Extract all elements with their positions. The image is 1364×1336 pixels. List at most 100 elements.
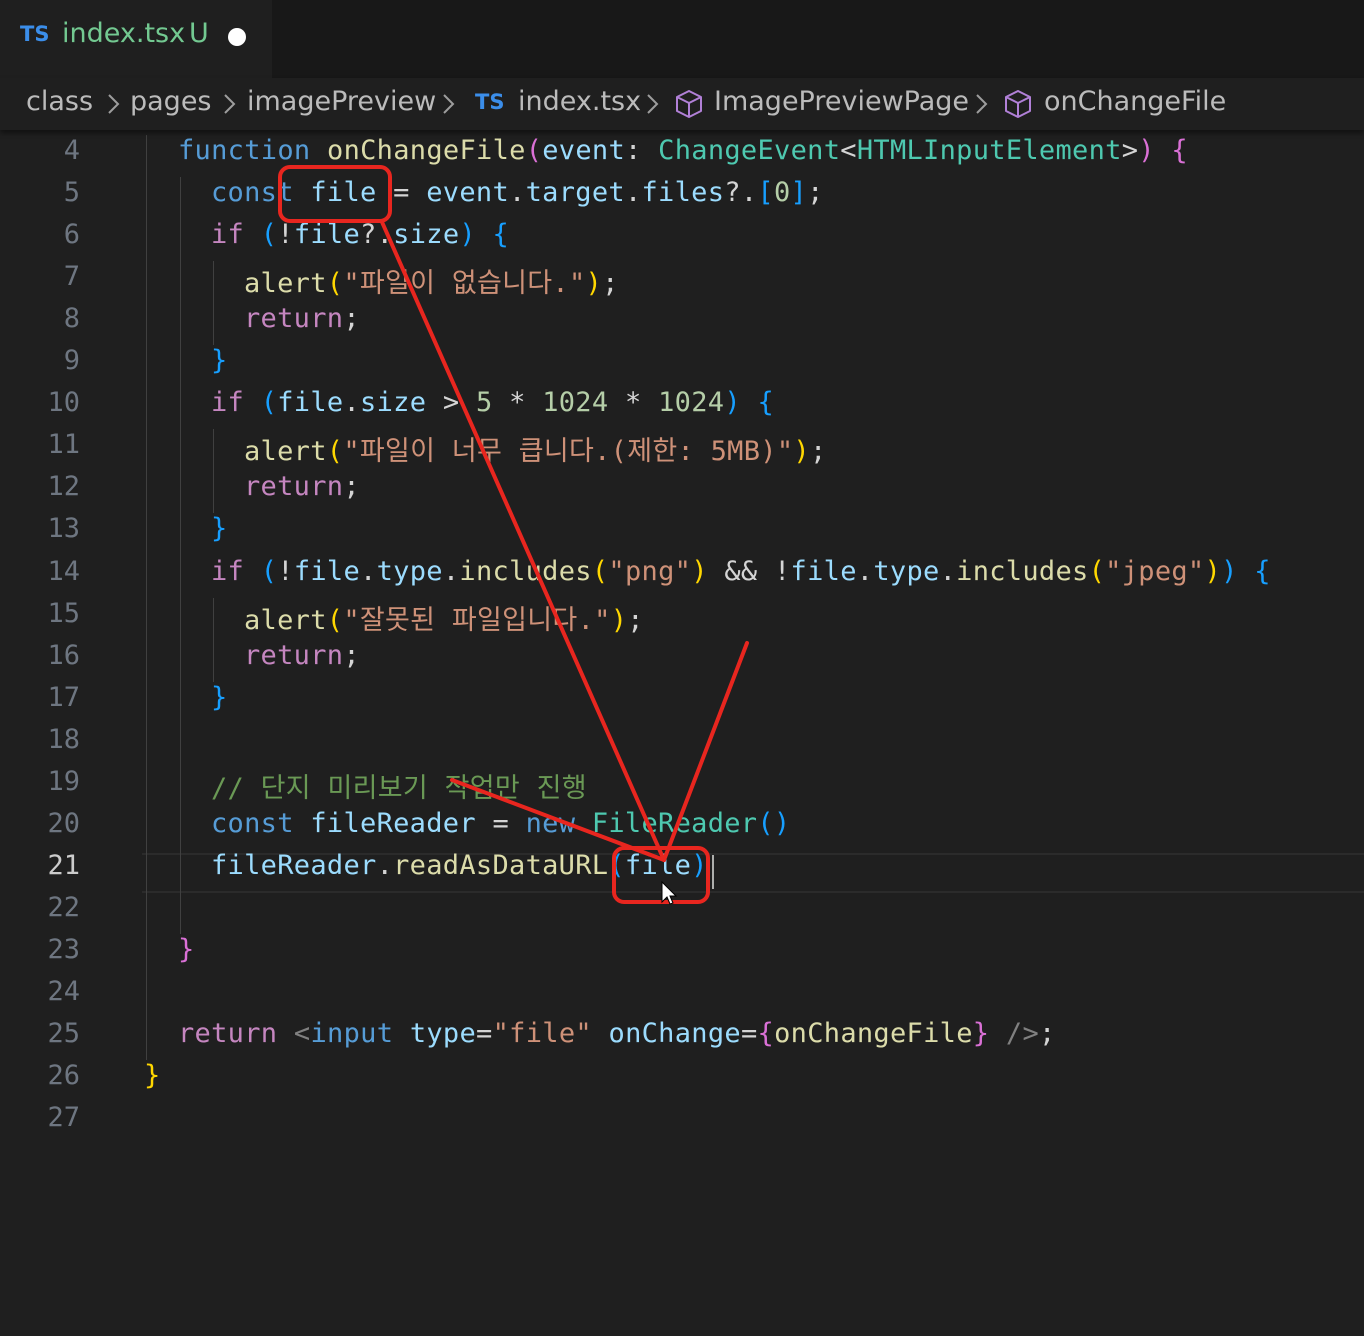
chevron-right-icon xyxy=(224,94,236,114)
line-number: 8 xyxy=(63,303,80,335)
code-token: onChange xyxy=(608,1018,741,1050)
cube-icon xyxy=(1005,90,1031,118)
code-token: "file" xyxy=(492,1018,592,1050)
breadcrumb-item-class[interactable]: class xyxy=(26,86,93,117)
code-token: type xyxy=(873,555,940,587)
code-line[interactable]: const fileReader = new FileReader() xyxy=(211,808,791,839)
code-token: > xyxy=(1121,135,1139,166)
code-token: /> xyxy=(1005,1018,1040,1050)
breadcrumb-item-imagepreviewpage[interactable]: ImagePreviewPage xyxy=(714,86,969,117)
line-number: 9 xyxy=(63,345,80,377)
code-line[interactable]: } xyxy=(144,1060,161,1091)
line-number: 20 xyxy=(47,807,80,839)
code-token: file xyxy=(624,849,692,881)
code-line[interactable]: if (!file?.size) { xyxy=(211,219,509,250)
code-line[interactable]: } xyxy=(211,682,228,713)
code-token: ) xyxy=(724,387,741,419)
code-token: includes xyxy=(459,555,592,587)
typescript-icon: TS xyxy=(475,90,505,114)
code-token: target xyxy=(525,177,625,209)
code-line[interactable]: return; xyxy=(244,640,360,671)
line-number: 6 xyxy=(63,219,80,251)
code-token: ] xyxy=(790,177,808,209)
code-token: ; xyxy=(807,177,824,209)
code-token: "파일이 너무 큽니다.(제한: 5MB)" xyxy=(343,436,794,468)
code-token: { xyxy=(1171,135,1188,166)
code-token: "png" xyxy=(608,555,692,587)
code-line[interactable]: // 단지 미리보기 작업만 진행 xyxy=(211,766,587,805)
code-token: . xyxy=(856,555,874,587)
code-token: event xyxy=(426,177,510,209)
code-token: onChangeFile xyxy=(774,1018,973,1050)
code-line[interactable]: return; xyxy=(244,303,360,334)
code-token: > xyxy=(426,387,476,419)
code-token: ( xyxy=(260,387,278,419)
code-token: ) xyxy=(793,436,810,468)
code-token: HTMLInputElement xyxy=(856,135,1122,166)
code-token: size xyxy=(393,219,460,251)
line-number: 21 xyxy=(47,849,80,881)
line-number: 22 xyxy=(47,891,80,923)
code-token: if xyxy=(211,219,245,251)
line-number: 5 xyxy=(63,177,80,209)
code-token: ) xyxy=(459,219,476,251)
code-token: ; xyxy=(809,436,827,468)
code-token: "파일이 없습니다." xyxy=(343,268,586,300)
code-editor[interactable]: 4 5 6 7 8 9 10 11 12 13 14 15 16 17 18 19 20 21 22 23 24 25 26… xyxy=(0,130,1364,1336)
code-line[interactable]: } xyxy=(178,934,195,965)
code-line[interactable]: } xyxy=(211,345,228,376)
code-line[interactable]: if (file.size > 5 * 1024 * 1024) { xyxy=(211,387,774,418)
code-token: // 단지 미리보기 작업만 진행 xyxy=(211,772,587,804)
code-line[interactable]: const file = event.target.files?.[0]; xyxy=(211,177,824,208)
git-untracked-badge: U xyxy=(189,18,209,49)
code-token: . xyxy=(509,177,526,209)
code-line[interactable]: alert("잘못된 파일입니다."); xyxy=(244,598,644,637)
code-line[interactable]: return; xyxy=(244,471,360,502)
code-token: < xyxy=(840,135,857,166)
editor-tab-index-tsx[interactable]: TS index.tsx U xyxy=(0,0,272,78)
code-token: ChangeEvent xyxy=(658,135,841,166)
code-token: . xyxy=(442,555,460,587)
code-token: ( xyxy=(260,555,278,587)
code-token: fileReader xyxy=(310,807,476,839)
code-token: { xyxy=(492,219,510,251)
breadcrumb-item-pages[interactable]: pages xyxy=(130,86,212,117)
code-token: ) xyxy=(1221,555,1238,587)
code-token: = xyxy=(740,1018,758,1050)
code-token: return xyxy=(178,1018,278,1050)
code-token: 1024 xyxy=(658,387,725,419)
code-line[interactable]: alert("파일이 없습니다."); xyxy=(244,261,619,300)
code-token: type xyxy=(376,555,443,587)
code-token: function xyxy=(178,135,311,166)
unsaved-dot-icon[interactable] xyxy=(228,28,246,46)
breadcrumb-item-imagepreview[interactable]: imagePreview xyxy=(247,86,436,117)
breadcrumb-item-index-tsx[interactable]: index.tsx xyxy=(518,86,641,117)
code-line[interactable]: fileReader.readAsDataURL(file) xyxy=(211,850,708,881)
code-line[interactable]: } xyxy=(211,513,228,544)
code-token: return xyxy=(244,639,344,671)
chevron-right-icon xyxy=(976,94,988,114)
line-number: 15 xyxy=(47,597,80,629)
code-token: ; xyxy=(343,471,360,503)
line-number: 25 xyxy=(47,1018,80,1050)
code-token: ?. xyxy=(724,177,758,209)
code-token: * xyxy=(608,387,659,419)
code-line[interactable]: if (!file.type.includes("png") && !file.… xyxy=(211,556,1271,587)
code-token: type xyxy=(409,1018,477,1050)
code-token: } xyxy=(211,513,228,545)
code-token: < xyxy=(293,1018,311,1050)
breadcrumb-item-onchangefile[interactable]: onChangeFile xyxy=(1044,86,1226,117)
code-token: * xyxy=(492,387,543,419)
code-token: "jpeg" xyxy=(1105,555,1205,587)
line-number: 16 xyxy=(47,639,80,671)
code-line[interactable]: function onChangeFile(event: ChangeEvent… xyxy=(178,135,1188,166)
code-line[interactable]: alert("파일이 너무 큽니다.(제한: 5MB)"); xyxy=(244,429,827,468)
code-line[interactable]: return <input type="file" onChange={onCh… xyxy=(178,1018,1056,1049)
code-token: } xyxy=(972,1018,990,1050)
code-token: = xyxy=(376,177,427,209)
